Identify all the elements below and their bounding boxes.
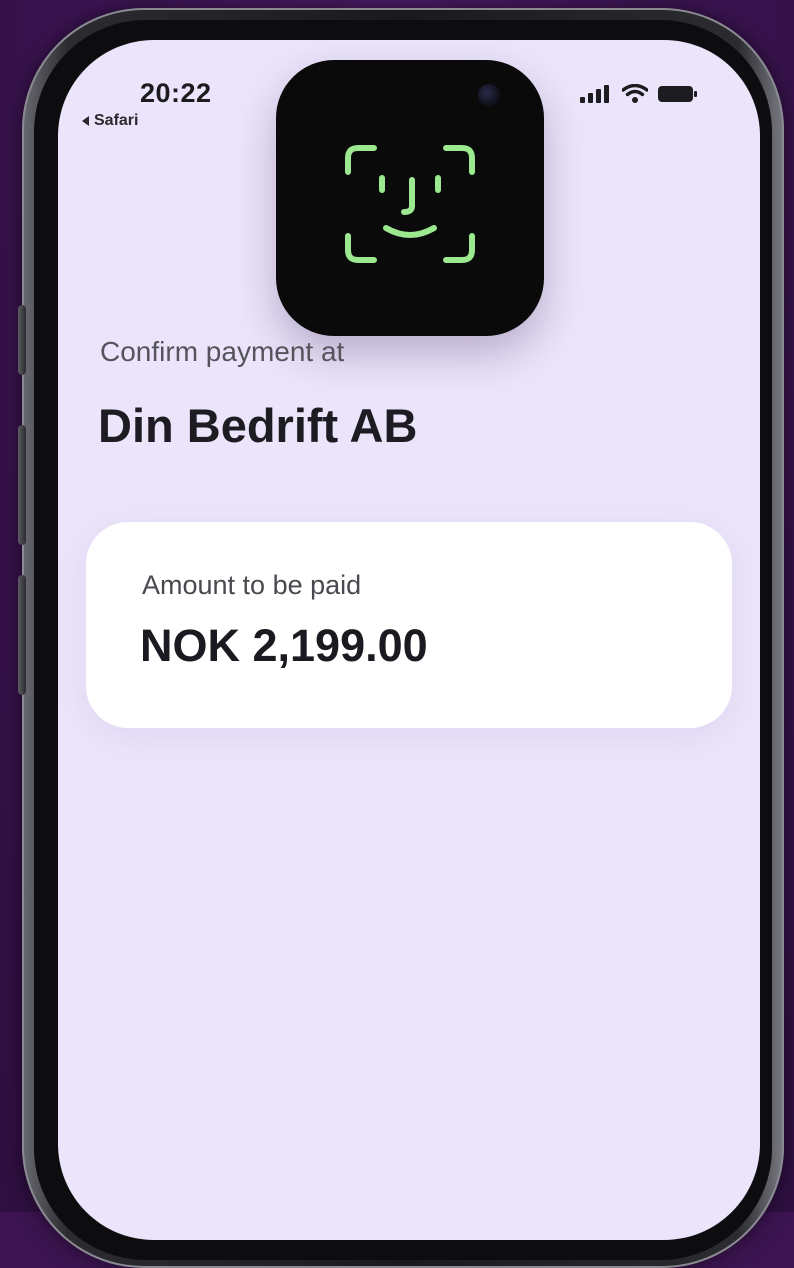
face-id-prompt <box>276 60 544 336</box>
volume-down-button <box>18 575 26 695</box>
battery-icon <box>658 86 697 102</box>
mute-switch <box>18 305 26 375</box>
front-camera <box>478 84 500 106</box>
status-icons <box>580 84 698 104</box>
face-id-icon <box>345 145 475 263</box>
amount-card: Amount to be paid NOK 2,199.00 <box>86 522 732 728</box>
merchant-name: Din Bedrift AB <box>98 399 418 452</box>
phone-screen: 20:22 Safari Confirm payment at Din Bedr… <box>58 40 760 1240</box>
wifi-icon <box>622 84 648 103</box>
amount-value: NOK 2,199.00 <box>140 620 428 671</box>
confirm-payment-label: Confirm payment at <box>100 336 345 367</box>
volume-up-button <box>18 425 26 545</box>
amount-label: Amount to be paid <box>142 570 362 600</box>
status-time: 20:22 <box>140 78 212 108</box>
back-arrow-icon <box>82 116 89 126</box>
signal-bars-icon <box>580 85 609 103</box>
back-to-safari-link[interactable]: Safari <box>82 112 138 130</box>
back-app-label: Safari <box>94 112 139 129</box>
